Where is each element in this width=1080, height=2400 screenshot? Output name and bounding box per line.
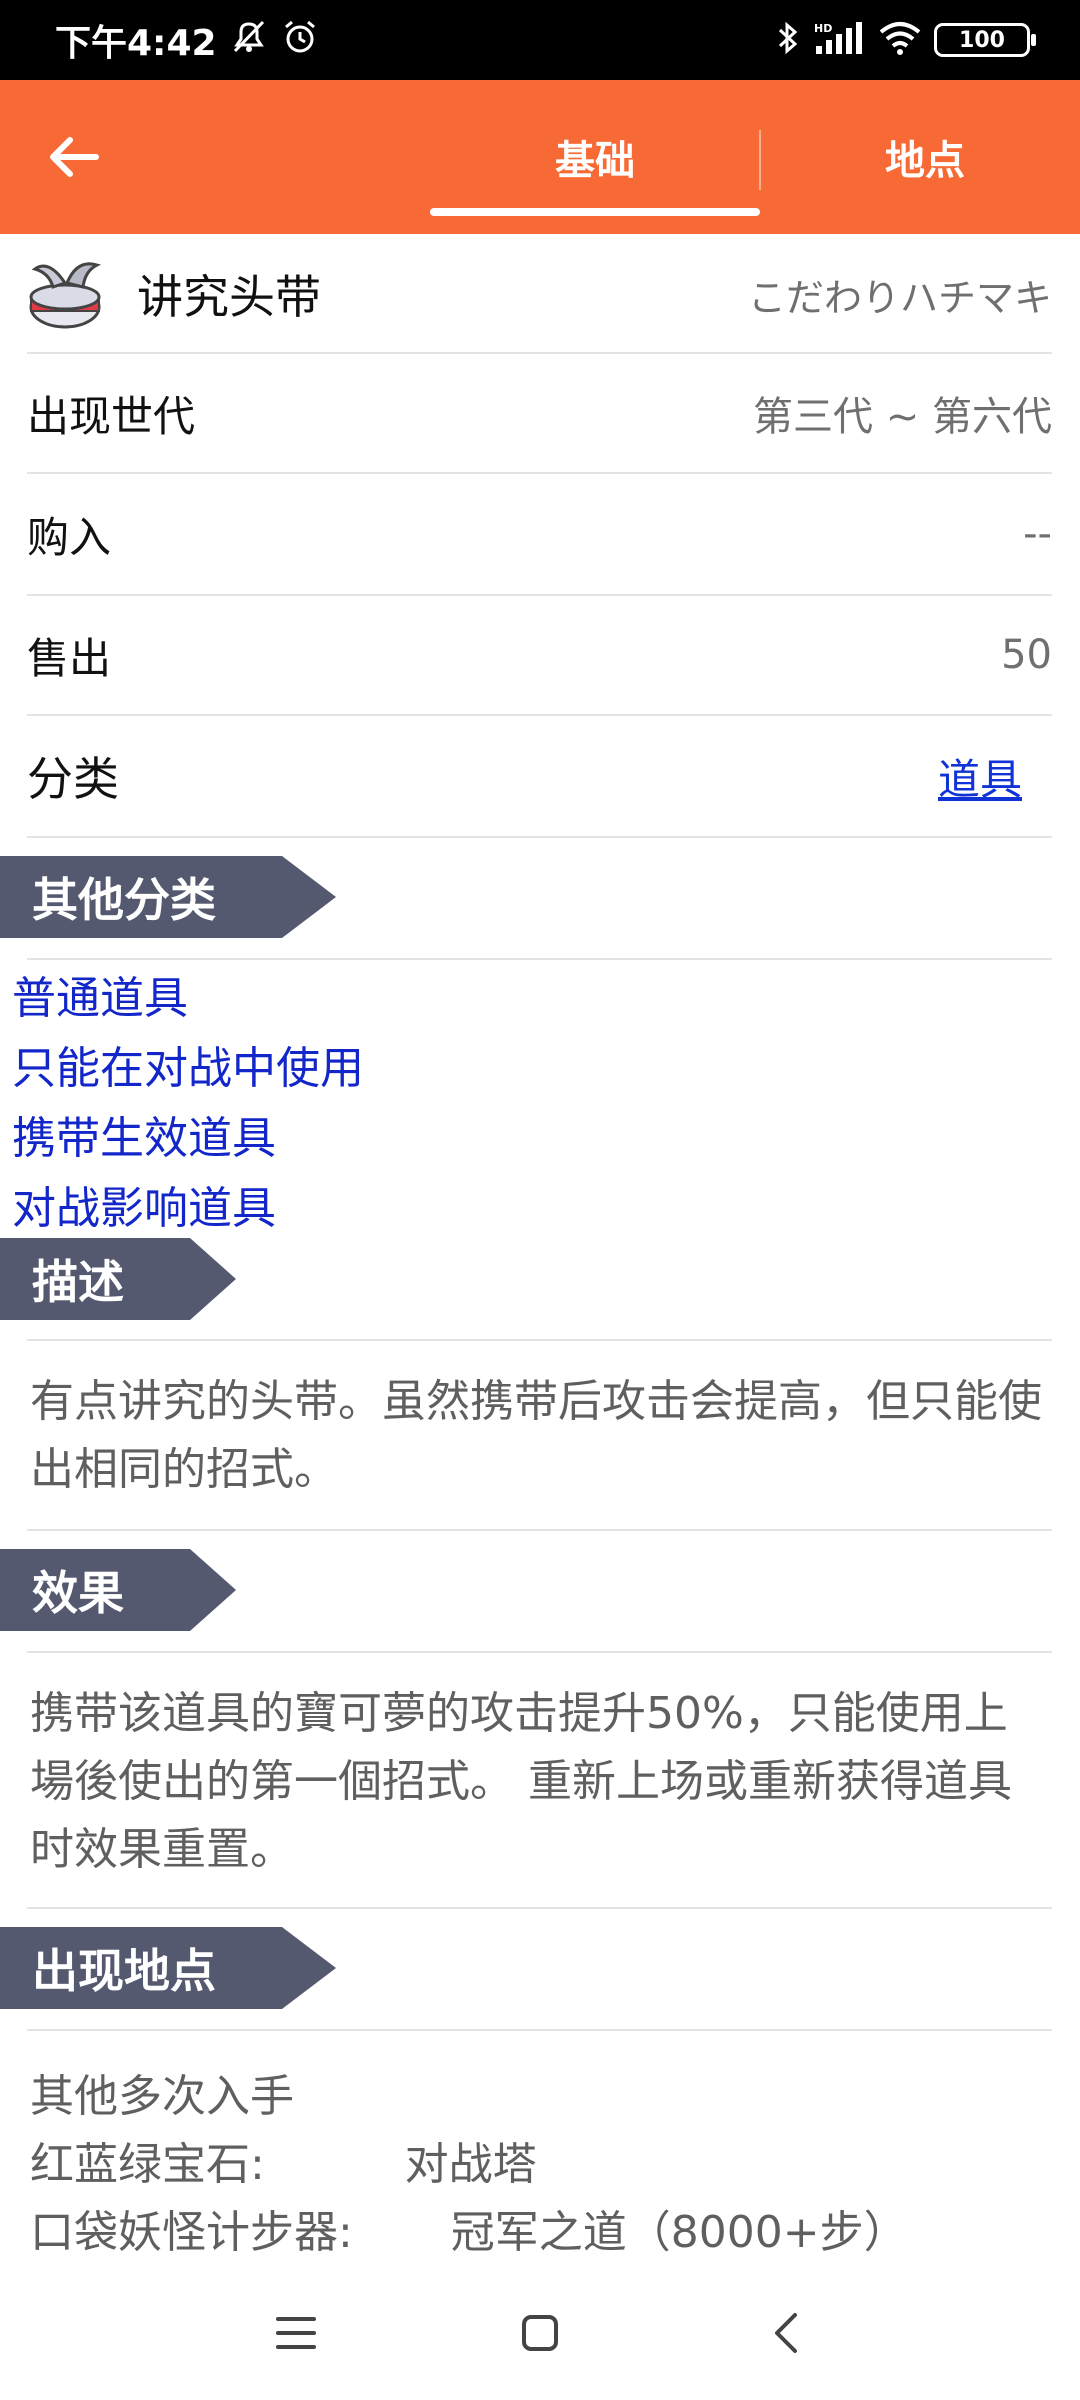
detail-label: 出现世代 [27, 391, 196, 441]
wifi-icon [878, 20, 922, 60]
category-link[interactable]: 道具 [938, 746, 1022, 807]
detail-label: 购入 [27, 512, 112, 562]
back-button[interactable] [40, 123, 108, 191]
status-bar-right: HD 100 [776, 20, 1036, 60]
location-line: 红蓝绿宝石: 对战塔 [30, 2139, 537, 2190]
status-bar-left: 下午4:42 [55, 14, 319, 66]
alarm-icon [281, 19, 319, 61]
location-line: 其他多次入手 [30, 2071, 294, 2122]
section-title: 描述 [32, 1255, 124, 1309]
detail-row-generation: 出现世代 第三代 ~ 第六代 [27, 354, 1052, 474]
menu-icon [276, 2317, 316, 2349]
location-line: 口袋妖怪计步器: 冠军之道（8000+步） [30, 2207, 908, 2258]
detail-value: 第三代 ~ 第六代 [753, 394, 1052, 440]
detail-label: 分类 [27, 752, 119, 806]
section-title: 出现地点 [32, 1944, 216, 1998]
menu-button[interactable] [256, 2298, 336, 2368]
detail-value: 50 [1001, 632, 1052, 678]
divider [27, 1529, 1052, 1531]
bluetooth-icon [776, 20, 800, 60]
mute-alert-icon [229, 19, 269, 61]
status-bar: 下午4:42 HD 100 [0, 0, 1080, 80]
back-nav-button[interactable] [746, 2298, 826, 2368]
detail-value: -- [1023, 511, 1052, 557]
divider [27, 1651, 1052, 1653]
effect-text: 携带该道具的寶可夢的攻击提升50%，只能使用上場後使出的第一個招式。 重新上场或… [30, 1688, 1012, 1875]
chevron-left-icon [775, 2313, 797, 2353]
section-header-other-categories: 其他分类 [0, 856, 336, 938]
detail-row-sell: 售出 50 [27, 596, 1052, 716]
item-japanese-name: こだわりハチマキ [747, 275, 1052, 320]
section-title: 效果 [32, 1566, 124, 1620]
home-button[interactable] [500, 2298, 580, 2368]
home-square-icon [522, 2315, 558, 2351]
divider [27, 1339, 1052, 1341]
category-link-item[interactable]: 普通道具 [12, 962, 188, 1026]
item-name: 讲究头带 [137, 270, 321, 324]
detail-label: 售出 [27, 633, 112, 683]
svg-text:HD: HD [814, 22, 832, 35]
tab-location[interactable]: 地点 [760, 80, 1080, 234]
section-title: 其他分类 [32, 873, 216, 927]
section-header-description: 描述 [0, 1238, 236, 1320]
arrow-left-icon [50, 137, 99, 177]
section-header-locations: 出现地点 [0, 1927, 336, 2009]
status-time: 下午4:42 [55, 23, 217, 64]
category-link-item[interactable]: 只能在对战中使用 [12, 1032, 364, 1096]
category-link-item[interactable]: 对战影响道具 [12, 1172, 276, 1236]
battery-indicator: 100 [934, 23, 1036, 57]
item-name-row: 讲究头带 こだわりハチマキ [27, 236, 1052, 354]
section-header-effect: 效果 [0, 1549, 236, 1631]
active-tab-indicator [430, 208, 760, 216]
hd-signal-icon: HD [812, 20, 866, 60]
divider [27, 1907, 1052, 1909]
detail-row-category: 分类 道具 [27, 716, 1052, 838]
divider [27, 2029, 1052, 2031]
description-text: 有点讲究的头带。虽然携带后攻击会提高，但只能使出相同的招式。 [30, 1376, 1042, 1495]
app-bar: 基础 地点 [0, 80, 1080, 234]
choice-band-icon [29, 262, 102, 329]
divider [27, 958, 1052, 960]
system-nav-bar [0, 2268, 1080, 2400]
detail-row-buy: 购入 -- [27, 474, 1052, 596]
category-link-item[interactable]: 携带生效道具 [12, 1102, 276, 1166]
